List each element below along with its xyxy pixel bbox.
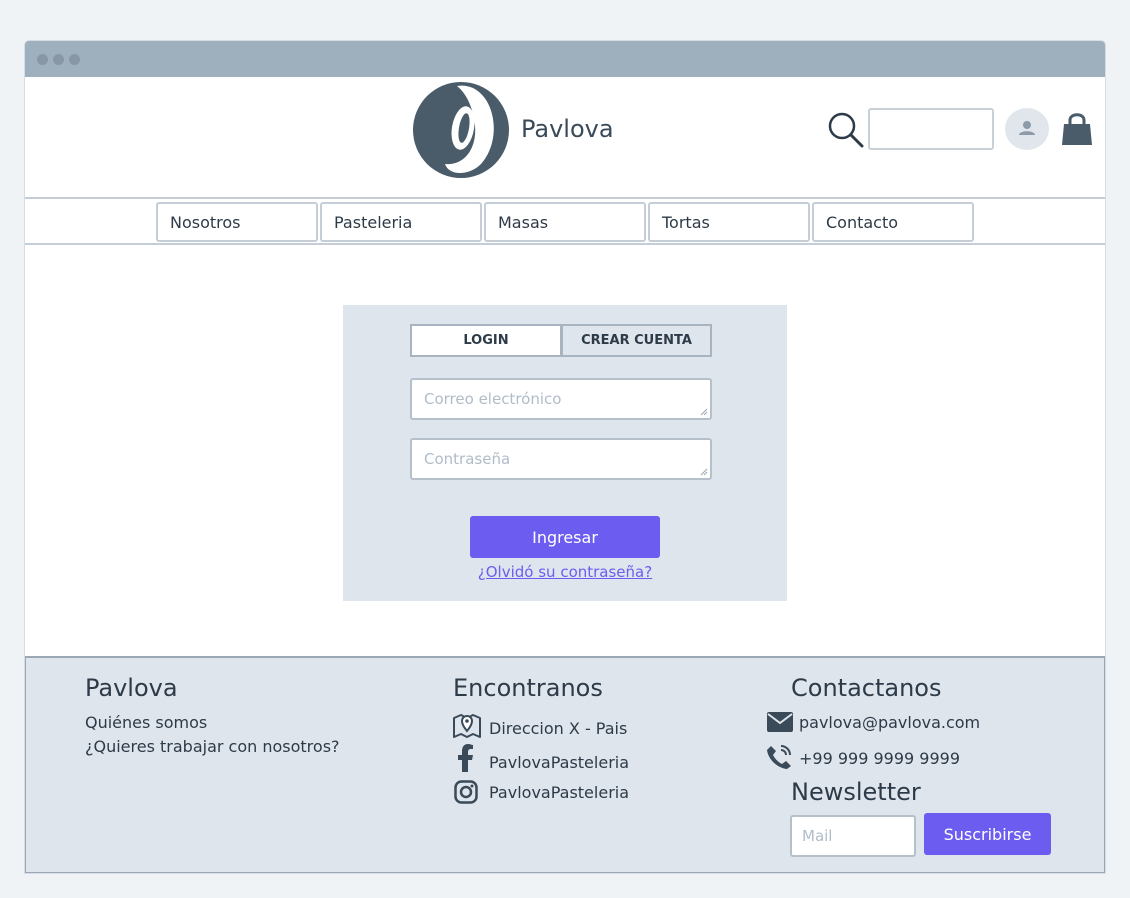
- footer-about-title: Pavlova: [85, 674, 178, 702]
- footer-contact-phone[interactable]: +99 999 9999 9999: [799, 749, 960, 768]
- window-close-dot[interactable]: [37, 54, 48, 65]
- tab-create-account[interactable]: CREAR CUENTA: [561, 324, 712, 357]
- site-header: Pavlova: [25, 77, 1105, 197]
- site-footer: Pavlova Quiénes somos ¿Quieres trabajar …: [25, 656, 1105, 873]
- tab-login[interactable]: LOGIN: [410, 324, 562, 357]
- main-nav: Nosotros Pasteleria Masas Tortas Contact…: [25, 197, 1105, 245]
- user-avatar[interactable]: [1005, 108, 1049, 150]
- footer-link-careers[interactable]: ¿Quieres trabajar con nosotros?: [85, 737, 340, 756]
- nav-item-pasteleria[interactable]: Pasteleria: [320, 202, 482, 242]
- newsletter-title: Newsletter: [791, 778, 921, 806]
- login-submit-button[interactable]: Ingresar: [470, 516, 660, 558]
- password-field[interactable]: [410, 438, 712, 480]
- footer-address: Direccion X - Pais: [489, 719, 628, 738]
- browser-window: Pavlova Nosotros Pasteleria Masas Tortas…: [25, 41, 1105, 873]
- resize-grip-icon[interactable]: [700, 468, 708, 476]
- facebook-icon[interactable]: [457, 744, 475, 772]
- instagram-icon[interactable]: [454, 780, 478, 804]
- subscribe-button[interactable]: Suscribirse: [924, 813, 1051, 855]
- nav-item-nosotros[interactable]: Nosotros: [156, 202, 318, 242]
- footer-facebook-link[interactable]: PavlovaPasteleria: [489, 753, 629, 772]
- user-icon: [1019, 121, 1035, 135]
- footer-instagram-link[interactable]: PavlovaPasteleria: [489, 783, 629, 802]
- login-panel: LOGIN CREAR CUENTA Ingresar ¿Olvidó su c…: [343, 305, 787, 601]
- search-input[interactable]: [868, 108, 994, 150]
- brand-name: Pavlova: [521, 115, 614, 143]
- footer-contact-title: Contactanos: [791, 674, 942, 702]
- footer-contact-email[interactable]: pavlova@pavlova.com: [799, 713, 980, 732]
- forgot-password-link[interactable]: ¿Olvidó su contraseña?: [343, 563, 787, 581]
- resize-grip-icon[interactable]: [700, 408, 708, 416]
- shopping-bag-icon[interactable]: [1060, 111, 1094, 147]
- title-bar: [25, 41, 1105, 77]
- nav-item-contacto[interactable]: Contacto: [812, 202, 974, 242]
- window-minimize-dot[interactable]: [53, 54, 64, 65]
- nav-item-tortas[interactable]: Tortas: [648, 202, 810, 242]
- search-icon[interactable]: [827, 111, 865, 149]
- footer-link-about-us[interactable]: Quiénes somos: [85, 713, 207, 732]
- email-field[interactable]: [410, 378, 712, 420]
- phone-icon: [767, 745, 791, 769]
- logo-icon[interactable]: [411, 80, 511, 180]
- footer-find-title: Encontranos: [453, 674, 603, 702]
- envelope-icon: [767, 712, 793, 732]
- nav-item-masas[interactable]: Masas: [484, 202, 646, 242]
- newsletter-email-input[interactable]: [790, 815, 916, 857]
- map-pin-icon: [453, 714, 481, 738]
- window-maximize-dot[interactable]: [69, 54, 80, 65]
